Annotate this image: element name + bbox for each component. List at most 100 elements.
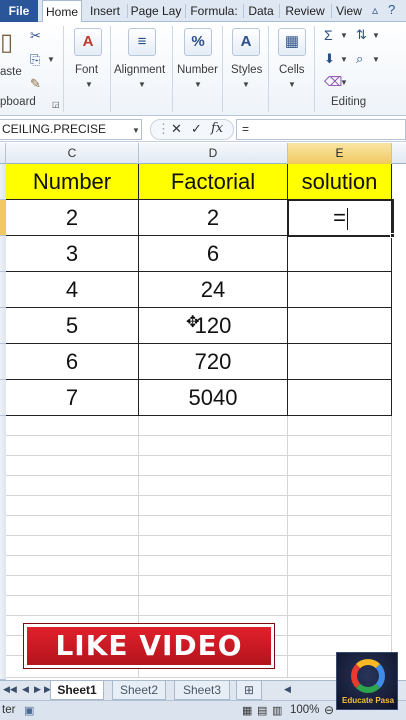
zoom-level[interactable]: 100% — [290, 704, 319, 716]
fill-handle[interactable] — [390, 233, 395, 238]
empty-cell[interactable] — [288, 436, 392, 456]
prev-sheet-icon[interactable]: ◀ — [22, 684, 29, 695]
table-cell[interactable]: 2 — [139, 200, 288, 236]
alignment-group-label[interactable]: Alignment — [114, 64, 165, 76]
empty-cell[interactable] — [139, 456, 288, 476]
empty-cell[interactable] — [139, 476, 288, 496]
hscroll-left-icon[interactable]: ◀ — [284, 684, 291, 695]
empty-cell[interactable] — [288, 536, 392, 556]
empty-cell[interactable] — [139, 596, 288, 616]
sheet-tab-sheet1[interactable]: Sheet1 — [50, 681, 104, 700]
empty-cell[interactable] — [139, 576, 288, 596]
table-cell[interactable] — [288, 236, 392, 272]
tab-data[interactable]: Data — [245, 0, 277, 22]
format-painter-icon[interactable]: ✎ — [30, 76, 41, 92]
find-icon[interactable]: ⌕ — [356, 51, 363, 67]
empty-cell[interactable] — [139, 516, 288, 536]
empty-cell[interactable] — [288, 616, 392, 636]
empty-cell[interactable] — [288, 516, 392, 536]
autosum-dropdown-icon[interactable]: ▼ — [340, 31, 348, 40]
fill-icon[interactable]: ⬇ — [324, 51, 335, 67]
formula-input[interactable]: = — [236, 119, 406, 140]
empty-cell[interactable] — [6, 416, 139, 436]
number-group-label[interactable]: Number — [177, 64, 218, 76]
percent-icon[interactable]: % — [184, 28, 212, 56]
empty-cell[interactable] — [6, 436, 139, 456]
empty-cell[interactable] — [288, 476, 392, 496]
cut-icon[interactable]: ✂ — [30, 28, 41, 44]
clipboard-launcher-icon[interactable]: ◲ — [52, 100, 60, 109]
empty-cell[interactable] — [288, 496, 392, 516]
number-dropdown-icon[interactable]: ▼ — [194, 80, 202, 89]
font-dropdown-icon[interactable]: ▼ — [85, 80, 93, 89]
table-cell[interactable]: 5040 — [139, 380, 288, 416]
table-cell[interactable]: 720 — [139, 344, 288, 380]
alignment-icon[interactable]: ≡ — [128, 28, 156, 56]
styles-group-label[interactable]: Styles — [231, 64, 262, 76]
fx-icon[interactable]: fx — [211, 121, 223, 136]
insert-sheet-icon[interactable]: ⊞ — [236, 681, 262, 700]
paste-icon[interactable]: ▯ — [0, 28, 20, 58]
sheet-tab-sheet2[interactable]: Sheet2 — [112, 681, 166, 700]
table-cell[interactable] — [288, 344, 392, 380]
column-header-d[interactable]: D — [139, 143, 288, 164]
empty-cell[interactable] — [288, 456, 392, 476]
empty-cell[interactable] — [6, 536, 139, 556]
header-cell-solution[interactable]: solution — [288, 164, 392, 200]
table-cell[interactable]: 6 — [139, 236, 288, 272]
page-break-view-icon[interactable]: ▥ — [272, 704, 282, 717]
empty-cell[interactable] — [6, 596, 139, 616]
enter-icon[interactable]: ✓ — [191, 121, 202, 137]
empty-cell[interactable] — [139, 416, 288, 436]
empty-cell[interactable] — [6, 516, 139, 536]
empty-cell[interactable] — [139, 556, 288, 576]
macro-record-icon[interactable]: ▣ — [24, 704, 34, 717]
table-cell[interactable]: 7 — [6, 380, 139, 416]
fill-dropdown-icon[interactable]: ▼ — [340, 55, 348, 64]
styles-icon[interactable]: A — [232, 28, 260, 56]
empty-cell[interactable] — [6, 556, 139, 576]
minimize-ribbon-icon[interactable]: ▵ — [372, 3, 378, 17]
find-dropdown-icon[interactable]: ▼ — [372, 55, 380, 64]
column-header-c[interactable]: C — [6, 143, 139, 164]
table-cell[interactable]: 2 — [6, 200, 139, 236]
zoom-out-icon[interactable]: ⊖ — [324, 703, 334, 717]
tab-home[interactable]: Home — [42, 0, 82, 23]
sort-dropdown-icon[interactable]: ▼ — [372, 31, 380, 40]
font-icon[interactable]: A — [74, 28, 102, 56]
table-cell[interactable]: 6 — [6, 344, 139, 380]
table-cell[interactable] — [288, 272, 392, 308]
empty-cell[interactable] — [6, 576, 139, 596]
tab-file[interactable]: File — [0, 0, 38, 22]
copy-icon[interactable]: ⎘ — [30, 52, 40, 68]
alignment-dropdown-icon[interactable]: ▼ — [138, 80, 146, 89]
table-cell[interactable] — [288, 380, 392, 416]
empty-cell[interactable] — [6, 456, 139, 476]
cells-icon[interactable]: ▦ — [278, 28, 306, 56]
help-icon[interactable]: ? — [388, 2, 395, 17]
clear-dropdown-icon[interactable]: ▼ — [340, 78, 348, 87]
empty-cell[interactable] — [6, 496, 139, 516]
empty-cell[interactable] — [139, 536, 288, 556]
table-cell[interactable]: 5 — [6, 308, 139, 344]
table-cell[interactable]: 120 — [139, 308, 288, 344]
table-cell[interactable]: 3 — [6, 236, 139, 272]
empty-cell[interactable] — [139, 496, 288, 516]
empty-cell[interactable] — [288, 416, 392, 436]
empty-cell[interactable] — [288, 596, 392, 616]
sort-filter-icon[interactable]: ⇅ — [356, 27, 367, 43]
normal-view-icon[interactable]: ▦ — [242, 704, 252, 717]
column-header-e[interactable]: E — [288, 143, 392, 164]
first-sheet-icon[interactable]: ◀◀ — [3, 684, 17, 695]
empty-cell[interactable] — [6, 476, 139, 496]
cells-group-label[interactable]: Cells — [279, 64, 305, 76]
name-box[interactable]: CEILING.PRECISE — [0, 119, 142, 140]
header-cell-number[interactable]: Number — [6, 164, 139, 200]
empty-cell[interactable] — [288, 576, 392, 596]
styles-dropdown-icon[interactable]: ▼ — [242, 80, 250, 89]
tab-view[interactable]: View — [333, 0, 365, 22]
cancel-icon[interactable]: ✕ — [171, 121, 182, 137]
paste-label[interactable]: aste — [0, 66, 22, 78]
header-cell-factorial[interactable]: Factorial — [139, 164, 288, 200]
table-cell[interactable]: 24 — [139, 272, 288, 308]
